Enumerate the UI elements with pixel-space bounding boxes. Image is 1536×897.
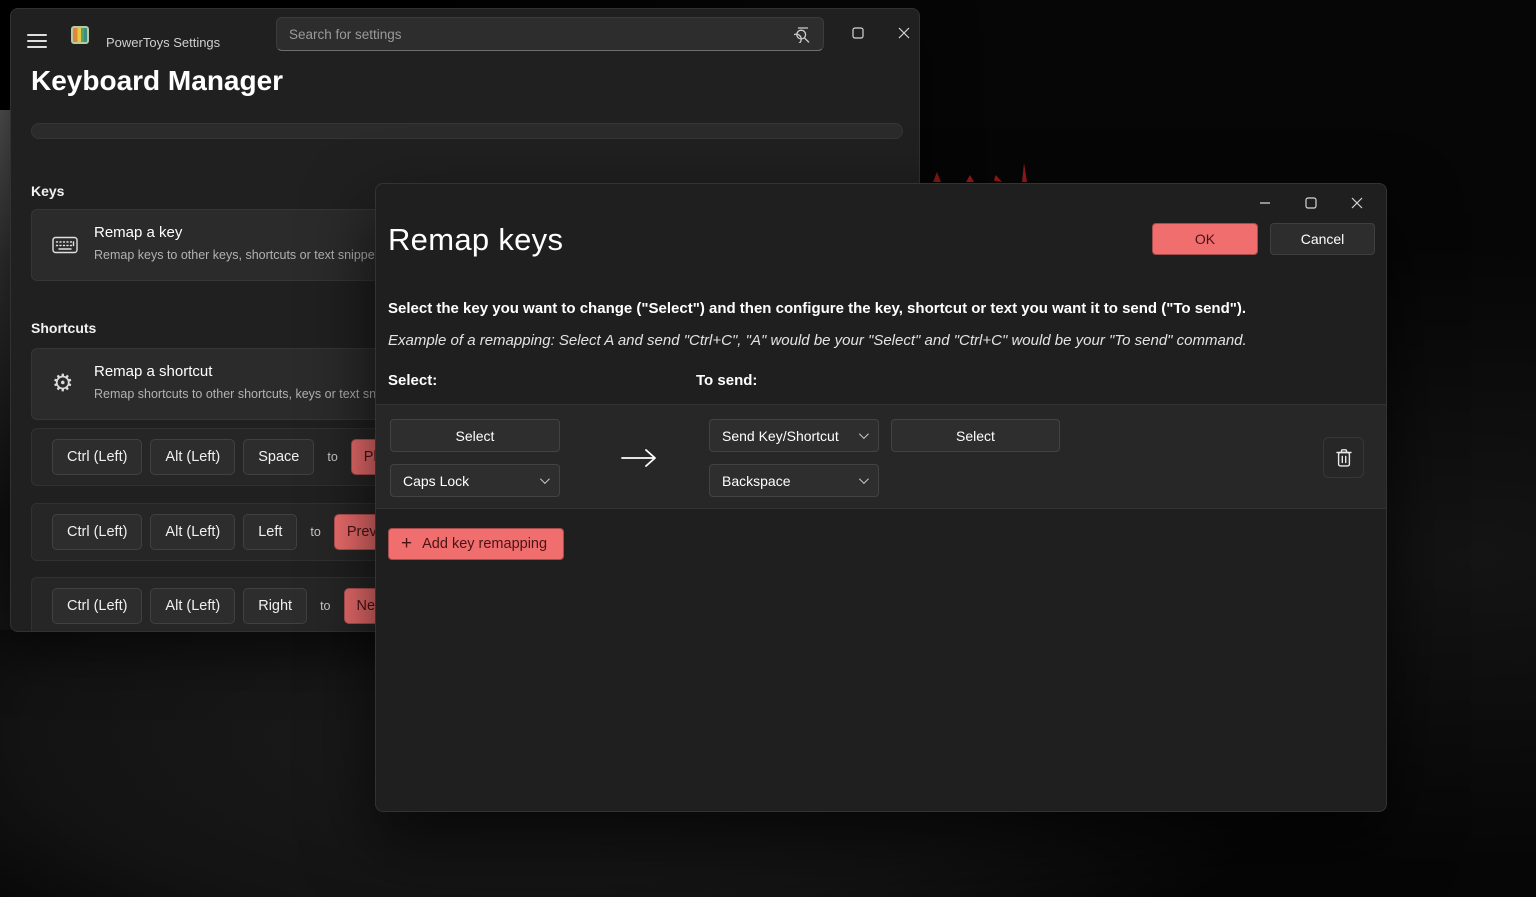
chevron-down-icon (859, 429, 869, 439)
source-key-dropdown[interactable]: Caps Lock (390, 464, 560, 497)
key-chip: Alt (Left) (150, 514, 235, 550)
arrow-right-icon (619, 447, 659, 474)
maximize-button[interactable] (841, 19, 875, 47)
section-header-shortcuts: Shortcuts (31, 320, 96, 336)
maximize-button[interactable] (1288, 188, 1334, 218)
gear-icon: ⚙ (52, 372, 74, 396)
chevron-down-icon (540, 474, 550, 484)
dialog-example: Example of a remapping: Select A and sen… (388, 332, 1368, 349)
powertoys-app-icon (71, 26, 89, 44)
select-target-key-button[interactable]: Select (891, 419, 1060, 452)
trash-icon (1334, 447, 1354, 469)
send-type-value: Send Key/Shortcut (722, 428, 839, 444)
send-type-dropdown[interactable]: Send Key/Shortcut (709, 419, 879, 452)
target-key-dropdown[interactable]: Backspace (709, 464, 879, 497)
remap-row-strip: Select Caps Lock Send Key/Shortcut Selec… (376, 404, 1387, 509)
add-key-remapping-button[interactable]: + Add key remapping (388, 528, 564, 560)
key-chip: Space (243, 439, 314, 475)
section-header-keys: Keys (31, 183, 64, 199)
card-title: Remap a shortcut (94, 363, 212, 380)
close-button[interactable] (1334, 188, 1380, 218)
plus-icon: + (401, 534, 412, 553)
dialog-window-controls (1242, 188, 1380, 218)
card-title: Remap a key (94, 224, 182, 241)
card-description: Remap shortcuts to other shortcuts, keys… (94, 387, 409, 401)
key-chip: Ctrl (Left) (52, 514, 142, 550)
select-source-key-button[interactable]: Select (390, 419, 560, 452)
key-chip: Alt (Left) (150, 439, 235, 475)
titlebar: PowerToys Settings (11, 9, 919, 65)
keyboard-icon (52, 235, 78, 255)
key-chip: Ctrl (Left) (52, 588, 142, 624)
to-label: to (310, 525, 320, 539)
key-chip: Alt (Left) (150, 588, 235, 624)
to-label: to (327, 450, 337, 464)
app-title: PowerToys Settings (106, 35, 220, 50)
select-column-label: Select: (388, 372, 437, 389)
source-key-value: Caps Lock (403, 473, 469, 489)
remap-keys-dialog: Remap keys OK Cancel Select the key you … (375, 183, 1387, 812)
chevron-down-icon (859, 474, 869, 484)
ok-button[interactable]: OK (1152, 223, 1258, 255)
card-description: Remap keys to other keys, shortcuts or t… (94, 248, 384, 262)
minimize-button[interactable] (1242, 188, 1288, 218)
delete-remapping-button[interactable] (1323, 437, 1364, 478)
page-title: Keyboard Manager (31, 65, 283, 97)
dialog-instruction: Select the key you want to change ("Sele… (388, 300, 1368, 317)
settings-search-box[interactable] (276, 17, 824, 51)
search-input[interactable] (277, 27, 794, 42)
search-icon[interactable] (794, 26, 811, 43)
to-label: to (320, 599, 330, 613)
key-chip: Right (243, 588, 307, 624)
info-bar (31, 123, 903, 139)
dialog-title: Remap keys (388, 222, 563, 258)
key-chip: Ctrl (Left) (52, 439, 142, 475)
close-button[interactable] (887, 19, 920, 47)
target-key-value: Backspace (722, 473, 790, 489)
add-button-label: Add key remapping (422, 536, 547, 552)
to-send-column-label: To send: (696, 372, 757, 389)
key-chip: Left (243, 514, 297, 550)
hamburger-menu-icon[interactable] (27, 34, 47, 48)
cancel-button[interactable]: Cancel (1270, 223, 1375, 255)
